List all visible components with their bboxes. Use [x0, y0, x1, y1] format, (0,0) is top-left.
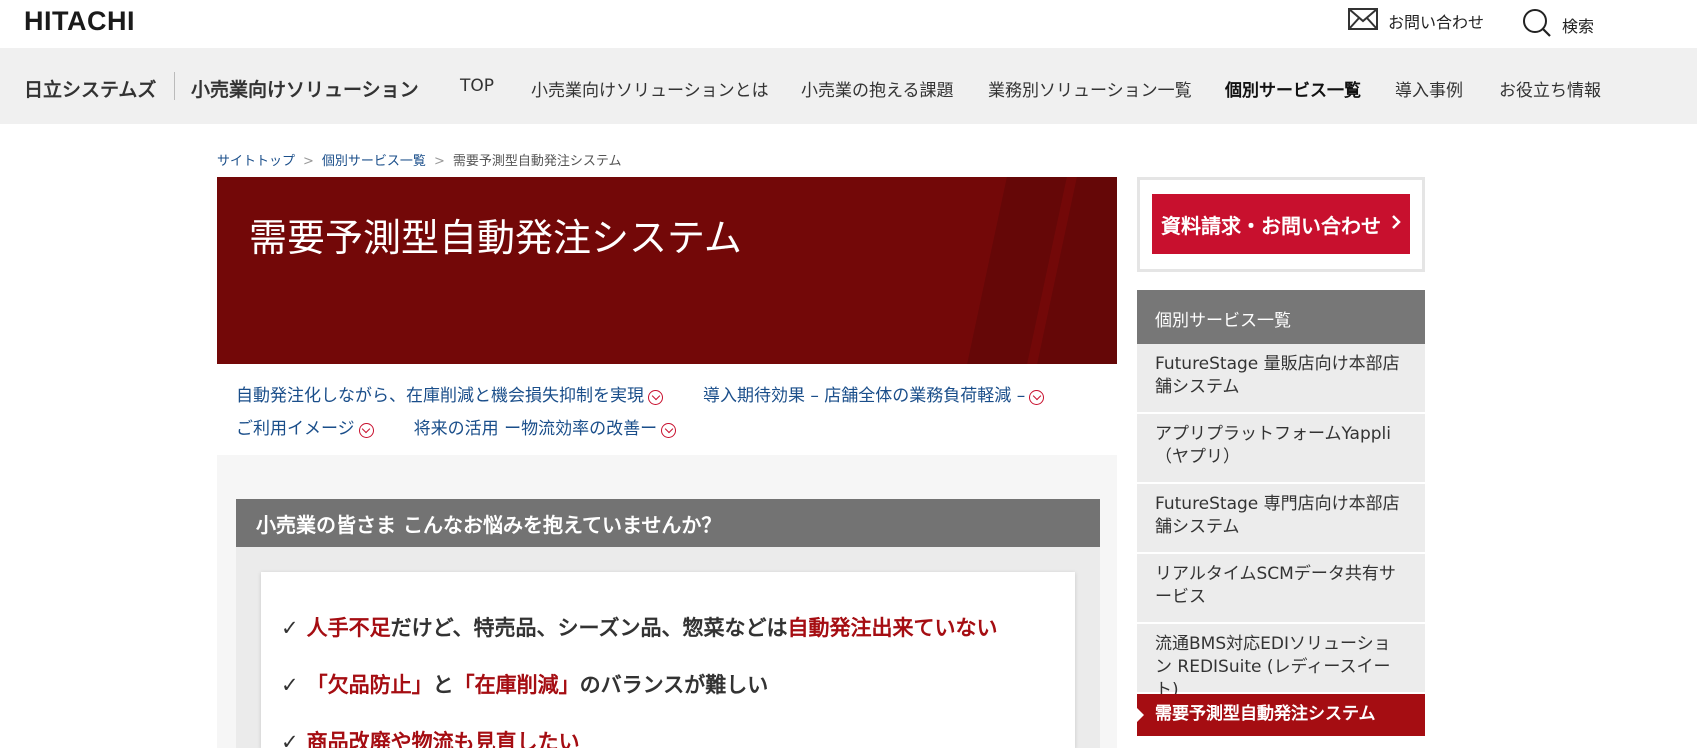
problem-text: のバランスが難しい — [579, 673, 769, 697]
anchor-label: 将来の活用 ー物流効率の改善ー — [413, 419, 658, 439]
problem-item: ✓ 「欠品防止」と「在庫削減」のバランスが難しい — [281, 669, 768, 699]
problem-text: だけど、特売品、シーズン品、惣菜などは — [390, 616, 788, 640]
breadcrumb-services[interactable]: 個別サービス一覧 — [322, 154, 426, 169]
cta-box: 資料請求・お問い合わせ — [1137, 177, 1425, 272]
problem-highlight: 「在庫削減」 — [453, 673, 580, 697]
nav-item-top[interactable]: TOP — [460, 76, 494, 96]
sidebar-item-scm-sharing[interactable]: リアルタイムSCMデータ共有サービス — [1137, 554, 1425, 623]
search-button[interactable]: 検索 — [1522, 8, 1594, 42]
nav-item-about[interactable]: 小売業向けソリューションとは — [531, 76, 769, 101]
problem-highlight: 商品改廃や物流も見直したい — [306, 730, 580, 748]
chevron-down-icon — [358, 423, 374, 438]
chevron-down-icon — [648, 390, 663, 405]
nav-item-issues[interactable]: 小売業の抱える課題 — [801, 76, 954, 101]
anchor-link-future-use[interactable]: 将来の活用 ー物流効率の改善ー — [413, 413, 677, 446]
search-icon — [1522, 8, 1552, 42]
search-label: 検索 — [1562, 17, 1595, 36]
problem-highlight: 「欠品防止」 — [306, 673, 433, 697]
chevron-down-icon — [1029, 390, 1045, 405]
brand-name[interactable]: 日立システムズ — [24, 75, 156, 102]
main-nav: 日立システムズ 小売業向けソリューション TOP 小売業向けソリューションとは … — [0, 48, 1697, 124]
sidebar-item-redisuite[interactable]: 流通BMS対応EDIソリューション REDISuite (レディースイート) — [1137, 624, 1425, 700]
problems-card: ✓ 人手不足だけど、特売品、シーズン品、惣菜などは自動発注出来ていない ✓ 「欠品防… — [261, 572, 1075, 748]
problem-text: と — [432, 673, 454, 697]
anchor-link-reduce-inventory[interactable]: 自動発注化しながら、在庫削減と機会損失抑制を実現 — [236, 380, 663, 413]
check-icon: ✓ — [281, 730, 299, 748]
sidebar-item-futurestage-mass[interactable]: FutureStage 量販店向け本部店舗システム — [1137, 344, 1425, 413]
contact-request-label: 資料請求・お問い合わせ — [1161, 215, 1381, 238]
nav-item-services[interactable]: 個別サービス一覧 — [1225, 76, 1361, 101]
top-bar: HITACHI お問い合わせ 検索 — [0, 0, 1697, 48]
problem-item: ✓ 商品改廃や物流も見直したい — [281, 726, 580, 748]
nav-item-info[interactable]: お役立ち情報 — [1499, 76, 1601, 101]
chevron-down-icon — [661, 423, 677, 438]
hero-banner: 需要予測型自動発注システム — [217, 177, 1117, 364]
check-icon: ✓ — [281, 616, 299, 640]
anchor-link-usage-image[interactable]: ご利用イメージ — [236, 413, 374, 446]
sidebar-item-futurestage-specialty[interactable]: FutureStage 専門店向け本部店舗システム — [1137, 484, 1425, 553]
brand-subtitle[interactable]: 小売業向けソリューション — [191, 75, 419, 102]
anchor-link-expected-effects[interactable]: 導入期待効果 – 店舗全体の業務負荷軽減 – — [703, 380, 1045, 413]
problems-heading: 小売業の皆さま こんなお悩みを抱えていませんか？ — [236, 499, 1100, 547]
anchor-label: 自動発注化しながら、在庫削減と機会損失抑制を実現 — [236, 386, 644, 406]
nav-item-cases[interactable]: 導入事例 — [1395, 76, 1463, 101]
check-icon: ✓ — [281, 673, 299, 697]
anchor-label: ご利用イメージ — [236, 419, 355, 439]
anchor-label: 導入期待効果 – 店舗全体の業務負荷軽減 – — [703, 386, 1026, 406]
breadcrumb-site-top[interactable]: サイトトップ — [217, 154, 295, 169]
hitachi-logo[interactable]: HITACHI — [24, 6, 135, 37]
brand-divider — [174, 72, 175, 100]
breadcrumb-current: 需要予測型自動発注システム — [452, 154, 622, 169]
sidebar-item-demand-forecast[interactable]: 需要予測型自動発注システム — [1137, 694, 1425, 737]
contact-label: お問い合わせ — [1388, 13, 1485, 32]
contact-link[interactable]: お問い合わせ — [1348, 8, 1484, 34]
chevron-right-icon — [1391, 213, 1401, 236]
problem-item: ✓ 人手不足だけど、特売品、シーズン品、惣菜などは自動発注出来ていない — [281, 612, 998, 642]
breadcrumb: サイトトップ > 個別サービス一覧 > 需要予測型自動発注システム — [217, 150, 621, 169]
mail-icon — [1348, 8, 1378, 34]
page-title: 需要予測型自動発注システム — [249, 216, 742, 260]
problem-highlight: 自動発注出来ていない — [787, 616, 998, 640]
contact-request-button[interactable]: 資料請求・お問い合わせ — [1152, 194, 1410, 254]
problem-highlight: 人手不足 — [306, 616, 391, 640]
nav-item-solutions[interactable]: 業務別ソリューション一覧 — [988, 76, 1192, 101]
sidebar-heading: 個別サービス一覧 — [1137, 290, 1425, 344]
page-anchor-links: 自動発注化しながら、在庫削減と機会損失抑制を実現 導入期待効果 – 店舗全体の業務… — [236, 380, 1116, 446]
breadcrumb-separator: > — [433, 154, 445, 169]
sidebar-item-yappli[interactable]: アプリプラットフォームYappli（ヤプリ） — [1137, 414, 1425, 483]
breadcrumb-separator: > — [303, 154, 314, 169]
